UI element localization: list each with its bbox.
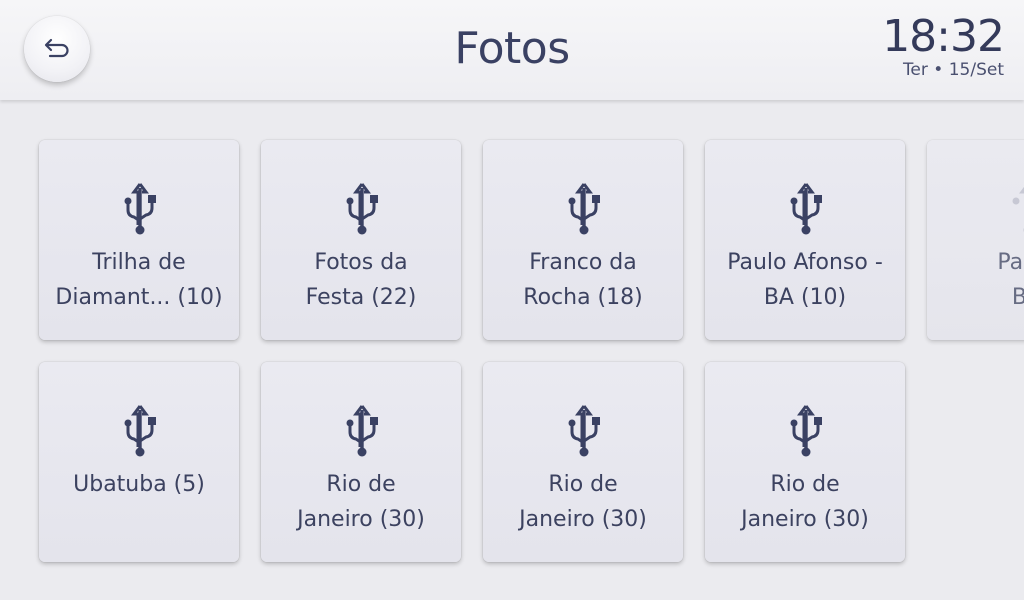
page-title: Fotos — [454, 23, 570, 74]
folder-grid: Trilha de Diamant... (10) Fotos da Festa… — [0, 100, 1024, 600]
folder-tile[interactable]: Fotos da Festa (22) — [261, 140, 461, 340]
usb-icon — [124, 405, 156, 457]
usb-icon — [346, 183, 378, 235]
usb-icon — [124, 183, 156, 235]
clock: 18:32 Ter • 15/Set — [882, 11, 1005, 81]
folder-tile[interactable]: Franco da Rocha (18) — [483, 140, 683, 340]
usb-icon — [568, 405, 600, 457]
clock-date: Ter • 15/Set — [902, 60, 1004, 80]
usb-icon — [568, 183, 600, 235]
folder-tile[interactable]: Paulo Afonso - BA (10) — [705, 140, 905, 340]
folder-tile[interactable]: Rio de Janeiro (30) — [705, 362, 905, 562]
folder-label: Rio de Janeiro (30) — [297, 472, 425, 532]
folder-label: Rio de Janeiro (30) — [519, 472, 647, 532]
top-bar: Fotos 18:32 Ter • 15/Set — [0, 0, 1024, 100]
folder-tile[interactable]: Ubatuba (5) — [39, 362, 239, 562]
folder-label: Ubatuba (5) — [73, 472, 205, 497]
usb-icon — [1012, 186, 1024, 233]
folder-label: Trilha de Diamant... (10) — [55, 250, 223, 310]
folder-label: Rio de Janeiro (30) — [741, 472, 869, 532]
folder-label: Franco da Rocha (18) — [523, 250, 643, 310]
folder-tile[interactable]: Trilha de Diamant... (10) — [39, 140, 239, 340]
folder-tile[interactable]: Rio de Janeiro (30) — [261, 362, 461, 562]
folder-label: Paulo BA — [997, 250, 1024, 310]
folder-tile[interactable]: Rio de Janeiro (30) — [483, 362, 683, 562]
folder-tile[interactable]: Paulo BA — [927, 140, 1024, 340]
folder-label: Paulo Afonso - BA (10) — [727, 250, 883, 310]
usb-icon — [346, 405, 378, 457]
usb-icon — [790, 183, 822, 235]
usb-icon — [790, 405, 822, 457]
folder-label: Fotos da Festa (22) — [305, 250, 417, 310]
clock-time: 18:32 — [882, 11, 1005, 62]
